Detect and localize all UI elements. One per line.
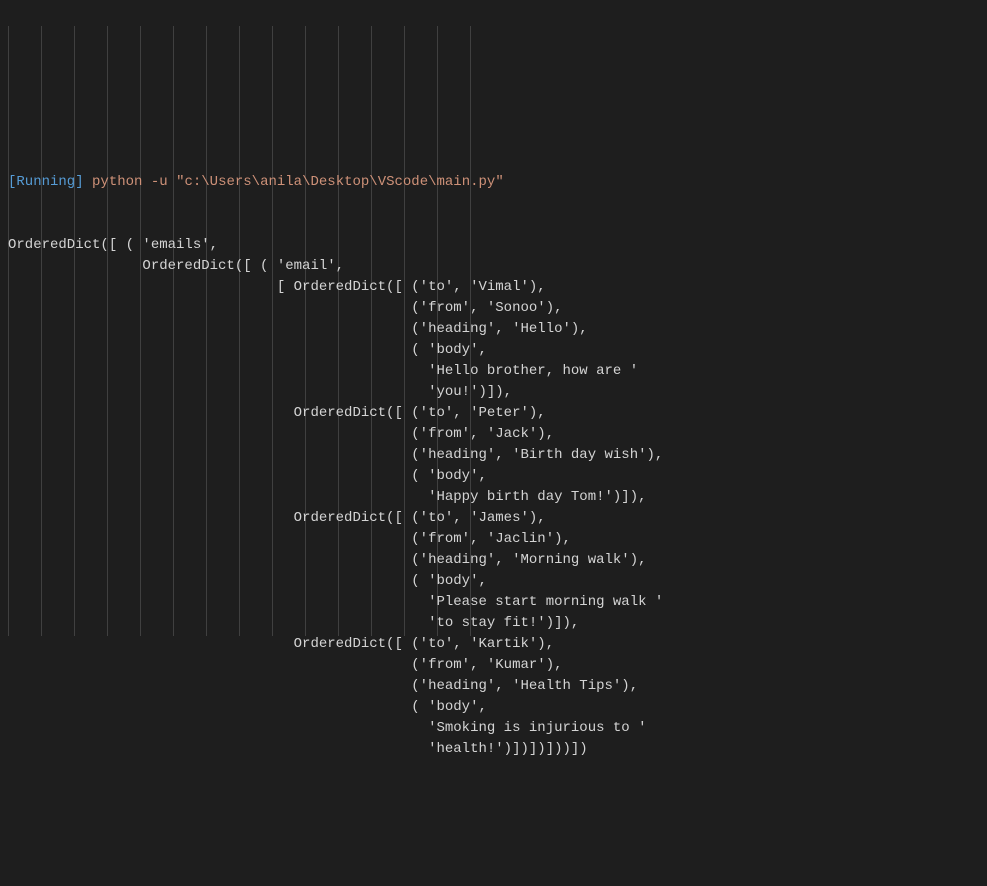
run-header-line: [Running] python -u "c:\Users\anila\Desk… — [8, 172, 987, 193]
output-line: 'health!')])])]))]) — [8, 739, 987, 760]
output-line: ('heading', 'Birth day wish'), — [8, 445, 987, 466]
output-line: OrderedDict([ ( 'emails', — [8, 235, 987, 256]
output-line: ('from', 'Kumar'), — [8, 655, 987, 676]
output-line: [ OrderedDict([ ('to', 'Vimal'), — [8, 277, 987, 298]
output-line: 'to stay fit!')]), — [8, 613, 987, 634]
running-status-label: [Running] — [8, 174, 84, 190]
output-line: OrderedDict([ ('to', 'Kartik'), — [8, 634, 987, 655]
output-line: ('from', 'Jaclin'), — [8, 529, 987, 550]
script-path: "c:\Users\anila\Desktop\VScode\main.py" — [176, 174, 504, 190]
output-line: OrderedDict([ ('to', 'James'), — [8, 508, 987, 529]
output-line: 'Happy birth day Tom!')]), — [8, 487, 987, 508]
output-line: ( 'body', — [8, 571, 987, 592]
output-line: ('from', 'Sonoo'), — [8, 298, 987, 319]
output-line: ( 'body', — [8, 340, 987, 361]
output-line: ('heading', 'Hello'), — [8, 319, 987, 340]
output-line: ( 'body', — [8, 466, 987, 487]
output-line: 'you!')]), — [8, 382, 987, 403]
output-line: ( 'body', — [8, 697, 987, 718]
output-line: 'Smoking is injurious to ' — [8, 718, 987, 739]
output-line: 'Please start morning walk ' — [8, 592, 987, 613]
python-command: python -u — [92, 174, 168, 190]
output-line: ('heading', 'Health Tips'), — [8, 676, 987, 697]
output-line: 'Hello brother, how are ' — [8, 361, 987, 382]
output-body: OrderedDict([ ( 'emails', OrderedDict([ … — [8, 235, 987, 760]
output-line: ('from', 'Jack'), — [8, 424, 987, 445]
terminal-output[interactable]: [Running] python -u "c:\Users\anila\Desk… — [8, 130, 987, 781]
output-line: OrderedDict([ ( 'email', — [8, 256, 987, 277]
output-line: ('heading', 'Morning walk'), — [8, 550, 987, 571]
output-line: OrderedDict([ ('to', 'Peter'), — [8, 403, 987, 424]
